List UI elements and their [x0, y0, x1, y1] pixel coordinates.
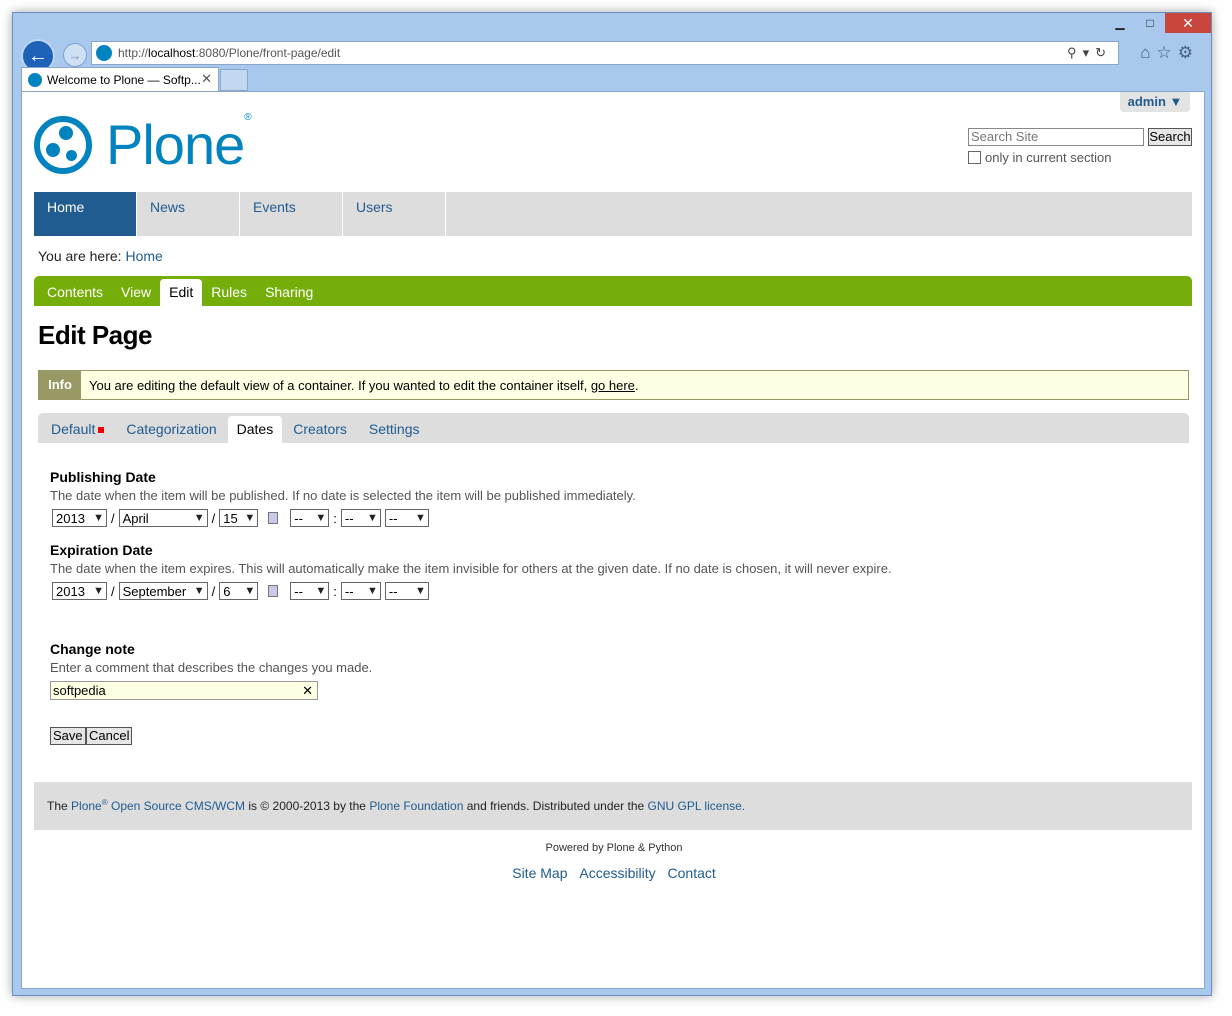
gear-icon[interactable]: ⚙ — [1178, 43, 1199, 62]
info-message: Info You are editing the default view of… — [38, 370, 1189, 400]
url-prefix: http:// — [118, 46, 149, 60]
site-map-link[interactable]: Site Map — [512, 865, 567, 881]
cms-link[interactable]: Open Source CMS/WCM — [111, 799, 245, 813]
publishing-date-row: 2013 ▼ / April ▼ / 15 ▼ -- ▼ : -- ▼ -- ▼ — [50, 509, 431, 527]
search-input[interactable]: Search Site — [968, 128, 1144, 146]
change-note-help: Enter a comment that describes the chang… — [50, 660, 373, 675]
tab-title: Welcome to Plone — Softp... — [47, 72, 201, 87]
form-tabs: Default Categorization Dates Creators Se… — [38, 413, 1189, 443]
search-button[interactable]: Search — [1148, 128, 1192, 146]
accessibility-link[interactable]: Accessibility — [579, 865, 655, 881]
info-suffix: . — [634, 377, 639, 393]
powered-by: Powered by Plone & Python — [545, 842, 683, 854]
nav-item-news[interactable]: News — [137, 192, 240, 236]
window-controls: ▁ □ ✕ — [1105, 13, 1211, 33]
address-tools[interactable]: ⚲▾↻ — [1067, 45, 1112, 61]
publishing-year-select[interactable]: 2013 ▼ — [52, 509, 107, 527]
breadcrumb: You are here: Home — [38, 248, 163, 264]
forward-arrow-icon: → — [68, 47, 82, 63]
footer: The Plone® Open Source CMS/WCM is © 2000… — [34, 782, 1192, 830]
url-path: :8080/Plone/front-page/edit — [195, 46, 341, 60]
gpl-license-link[interactable]: GNU GPL license. — [648, 799, 746, 813]
expiration-day-select[interactable]: 6 ▼ — [219, 582, 259, 600]
publishing-ampm-select[interactable]: -- ▼ — [384, 509, 429, 527]
breadcrumb-prefix: You are here: — [38, 248, 122, 264]
tab-sharing[interactable]: Sharing — [256, 284, 322, 306]
change-note-label: Change note — [50, 641, 135, 657]
plone-favicon-icon — [28, 72, 42, 87]
info-label: Info — [39, 371, 81, 399]
expiration-date-help: The date when the item expires. This wil… — [50, 561, 892, 576]
new-tab-button[interactable] — [220, 69, 248, 91]
back-arrow-icon: ← — [28, 44, 48, 67]
page-title: Edit Page — [38, 320, 152, 350]
expiration-minute-select[interactable]: -- ▼ — [340, 582, 381, 600]
tab-close-icon[interactable]: ✕ — [201, 71, 212, 87]
plone-favicon-icon — [96, 45, 112, 61]
tab-categorization[interactable]: Categorization — [115, 421, 227, 443]
close-window-button[interactable]: ✕ — [1165, 13, 1211, 33]
nav-item-home[interactable]: Home — [34, 192, 137, 236]
plone-logo-icon — [34, 115, 92, 174]
page-viewport: admin ▼ Plone® Search Site Search only i… — [21, 91, 1205, 989]
browser-window: ▁ □ ✕ ← → http:// localhost :8080/Plone/… — [12, 12, 1212, 996]
expiration-year-select[interactable]: 2013 ▼ — [52, 582, 107, 600]
browser-navbar: ← → http:// localhost :8080/Plone/front-… — [21, 39, 1203, 73]
browser-tabbar: Welcome to Plone — Softp... ✕ — [21, 67, 248, 91]
only-section-label: only in current section — [985, 150, 1112, 165]
save-button[interactable]: Save — [50, 727, 86, 745]
plone-logo[interactable]: Plone® — [34, 112, 252, 177]
forward-button[interactable]: → — [63, 43, 87, 67]
breadcrumb-home-link[interactable]: Home — [125, 248, 162, 264]
tab-default[interactable]: Default — [40, 421, 115, 443]
clear-icon[interactable]: ✕ — [302, 682, 313, 699]
publishing-minute-select[interactable]: -- ▼ — [340, 509, 381, 527]
expiration-month-select[interactable]: September ▼ — [118, 582, 208, 600]
tab-edit[interactable]: Edit — [160, 279, 203, 306]
plone-foundation-link[interactable]: Plone Foundation — [369, 799, 463, 813]
required-marker-icon — [98, 427, 105, 434]
cancel-button[interactable]: Cancel — [86, 727, 133, 745]
publishing-hour-select[interactable]: -- ▼ — [290, 509, 330, 527]
expiration-hour-select[interactable]: -- ▼ — [290, 582, 330, 600]
only-current-section[interactable]: only in current section — [968, 150, 1111, 165]
nav-item-events[interactable]: Events — [240, 192, 343, 236]
site-actions: Site Map Accessibility Contact — [22, 865, 1204, 881]
nav-item-users[interactable]: Users — [343, 192, 446, 236]
publishing-month-select[interactable]: April ▼ — [118, 509, 208, 527]
publishing-date-label: Publishing Date — [50, 469, 156, 485]
calendar-icon[interactable] — [268, 512, 279, 524]
expiration-ampm-select[interactable]: -- ▼ — [384, 582, 429, 600]
global-navigation: Home News Events Users — [34, 192, 1192, 236]
maximize-button[interactable]: □ — [1135, 13, 1165, 33]
expiration-date-label: Expiration Date — [50, 542, 153, 558]
logo-text: Plone® — [106, 112, 252, 176]
contact-link[interactable]: Contact — [668, 865, 716, 881]
go-here-link[interactable]: go here — [591, 378, 635, 393]
tab-creators[interactable]: Creators — [282, 421, 358, 443]
only-section-checkbox[interactable] — [968, 151, 981, 164]
publishing-day-select[interactable]: 15 ▼ — [219, 509, 259, 527]
star-icon[interactable]: ☆ — [1157, 43, 1178, 62]
publishing-date-help: The date when the item will be published… — [50, 488, 636, 503]
tab-view[interactable]: View — [112, 284, 160, 306]
change-note-input[interactable]: softpedia ✕ — [50, 681, 318, 700]
url-host: localhost — [148, 46, 196, 60]
calendar-icon[interactable] — [268, 585, 279, 597]
tab-rules[interactable]: Rules — [202, 284, 256, 306]
tab-dates[interactable]: Dates — [227, 416, 283, 443]
tab-settings[interactable]: Settings — [358, 421, 431, 443]
minimize-button[interactable]: ▁ — [1105, 13, 1135, 33]
address-bar[interactable]: http:// localhost :8080/Plone/front-page… — [91, 41, 1119, 65]
plone-link[interactable]: Plone® — [71, 798, 108, 813]
tab-contents[interactable]: Contents — [38, 284, 112, 306]
expiration-date-row: 2013 ▼ / September ▼ / 6 ▼ -- ▼ : -- ▼ -- ▼ — [50, 582, 431, 600]
browser-tab[interactable]: Welcome to Plone — Softp... ✕ — [21, 67, 219, 91]
edit-bar: Contents View Edit Rules Sharing — [34, 276, 1192, 306]
change-note-value: softpedia — [53, 683, 106, 698]
info-text: You are editing the default view of a co… — [89, 377, 588, 393]
home-icon[interactable]: ⌂ — [1140, 43, 1156, 62]
user-menu-button[interactable]: admin ▼ — [1120, 92, 1190, 112]
browser-toolbar-icons: ⌂☆⚙ — [1140, 43, 1199, 63]
